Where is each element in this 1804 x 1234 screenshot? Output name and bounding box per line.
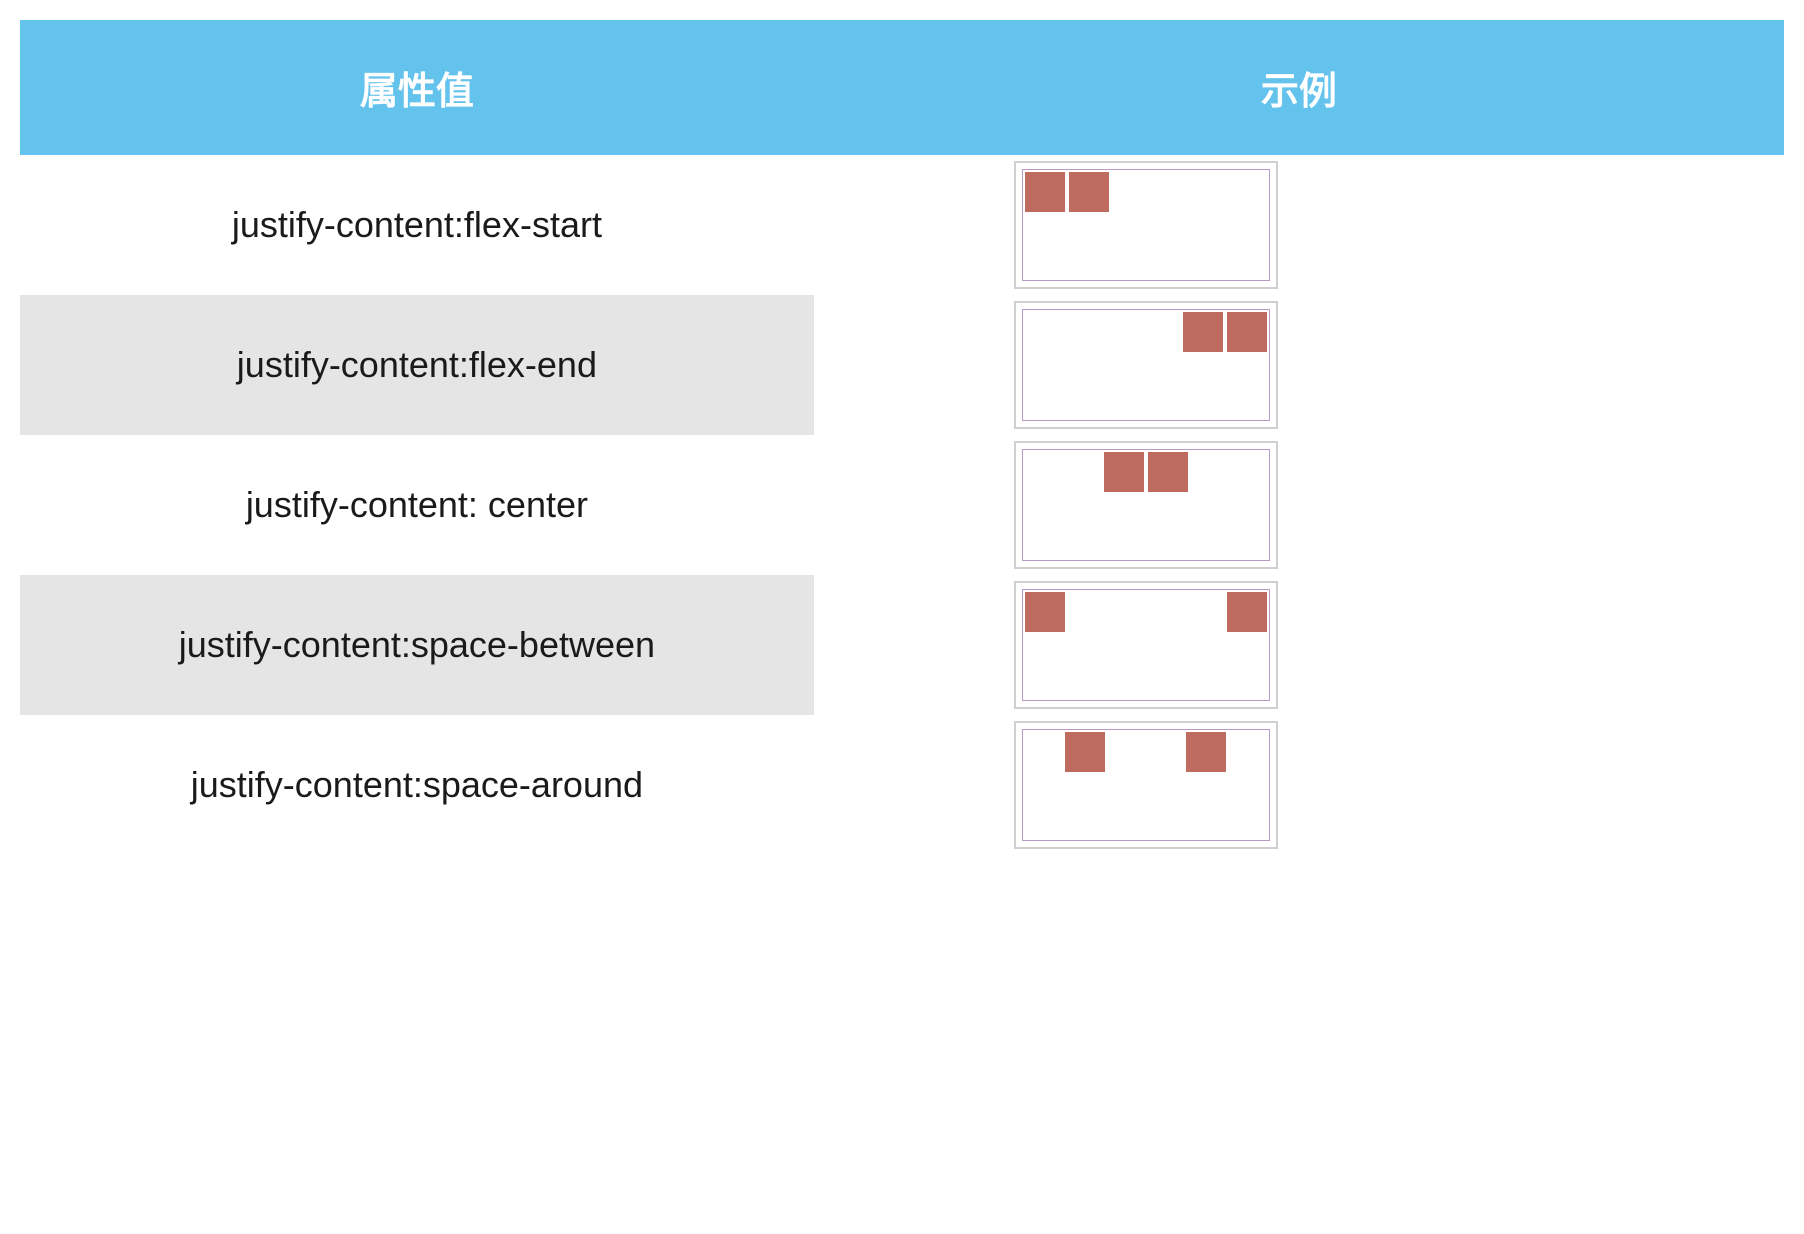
flex-item-box [1186,732,1226,772]
property-label: justify-content:space-between [20,575,814,715]
flex-item-box [1183,312,1223,352]
flex-demo-space-between [1022,589,1270,701]
example-cell [814,295,1784,435]
table-row: justify-content:space-around [20,715,1784,855]
table-body: justify-content:flex-start justify-conte… [20,155,1784,855]
flex-item-box [1104,452,1144,492]
table-header-row: 属性值 示例 [20,20,1784,155]
table-row: justify-content:flex-end [20,295,1784,435]
flex-item-box [1069,172,1109,212]
table-row: justify-content:space-between [20,575,1784,715]
demo-container [1014,441,1278,569]
flex-demo-flex-start [1022,169,1270,281]
flex-item-box [1227,312,1267,352]
property-label: justify-content:flex-end [20,295,814,435]
example-cell [814,435,1784,575]
demo-container [1014,161,1278,289]
header-property-value: 属性值 [20,20,814,155]
flex-demo-flex-end [1022,309,1270,421]
table-row: justify-content:flex-start [20,155,1784,295]
demo-container [1014,721,1278,849]
example-cell [814,575,1784,715]
property-label: justify-content:space-around [20,715,814,855]
header-example: 示例 [814,20,1784,155]
demo-container [1014,581,1278,709]
flex-item-box [1025,592,1065,632]
flex-item-box [1227,592,1267,632]
justify-content-table: 属性值 示例 justify-content:flex-start justif… [20,20,1784,855]
flex-item-box [1025,172,1065,212]
flex-demo-center [1022,449,1270,561]
example-cell [814,715,1784,855]
table-row: justify-content: center [20,435,1784,575]
flex-item-box [1148,452,1188,492]
flex-demo-space-around [1022,729,1270,841]
flex-item-box [1065,732,1105,772]
property-label: justify-content:flex-start [20,155,814,295]
property-label: justify-content: center [20,435,814,575]
example-cell [814,155,1784,295]
demo-container [1014,301,1278,429]
